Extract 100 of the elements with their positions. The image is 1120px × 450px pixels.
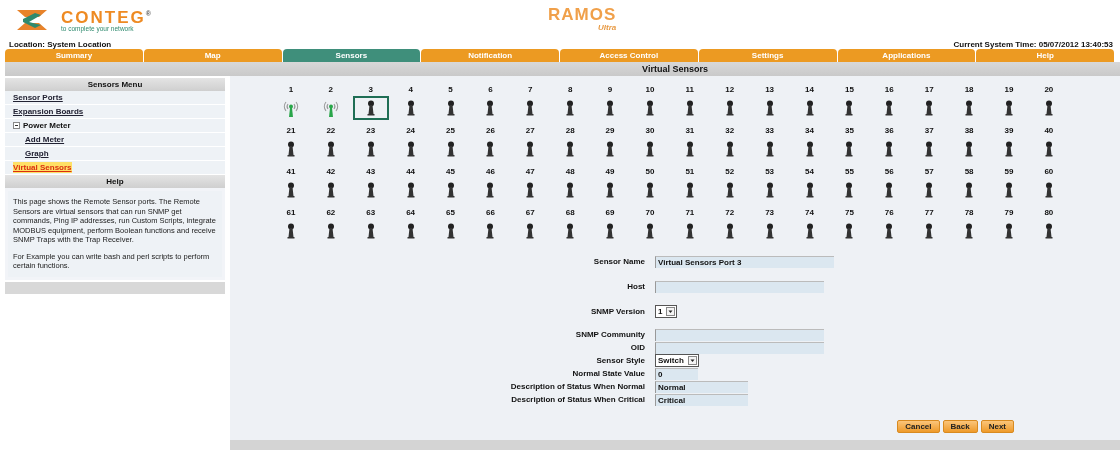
port-number: 38	[964, 125, 974, 137]
sensor-port[interactable]	[352, 96, 389, 120]
port-number: 19	[1004, 84, 1014, 96]
port-number: 35	[844, 125, 854, 137]
port-number: 67	[525, 207, 535, 219]
menu-link[interactable]: Sensor Ports	[13, 92, 63, 103]
port-number: 9	[607, 84, 613, 96]
port-number: 60	[1044, 166, 1054, 178]
port-number: 51	[685, 166, 695, 178]
port-number: 47	[525, 166, 535, 178]
port-number: 69	[605, 207, 615, 219]
port-number: 53	[765, 166, 775, 178]
port-number: 40	[1044, 125, 1054, 137]
port-number: 17	[924, 84, 934, 96]
page-title: Virtual Sensors	[641, 63, 709, 76]
port-number: 48	[565, 166, 575, 178]
menu-link[interactable]: Graph	[25, 148, 49, 159]
action-button[interactable]: Next	[980, 420, 1014, 433]
dropdown[interactable]: 1	[655, 305, 678, 318]
port-number: 59	[1004, 166, 1014, 178]
field-label: Sensor Name	[592, 257, 645, 266]
port-number: 3	[368, 84, 373, 96]
port-number: 57	[924, 166, 934, 178]
input-field[interactable]	[655, 328, 824, 341]
port-number: 7	[528, 84, 533, 96]
brand-logo: CONTEG$^{®}$	[61, 6, 153, 26]
field-label: SNMP Version	[589, 307, 645, 316]
menu-link[interactable]: Virtual Sensors	[13, 162, 72, 173]
field-label: Normal State Value	[571, 369, 645, 378]
port-number: 14	[805, 84, 814, 96]
port-number: 79	[1004, 207, 1014, 219]
input-field[interactable]: Virtual Sensors Port 3	[655, 255, 834, 268]
port-number: 6	[488, 84, 493, 96]
port-number: 66	[485, 207, 495, 219]
port-number: 77	[924, 207, 934, 219]
port-number: 8	[567, 84, 573, 96]
port-number: 80	[1044, 207, 1054, 219]
port-number: 32	[725, 125, 735, 137]
port-number: 39	[1004, 125, 1014, 137]
location-label: Location: System Location	[9, 39, 112, 49]
dropdown[interactable]: Switch	[655, 354, 699, 367]
input-field[interactable]: Critical	[655, 393, 748, 406]
port-number: 16	[884, 84, 894, 96]
port-number: 28	[565, 125, 575, 137]
port-number: 4	[408, 84, 413, 96]
system-time: Current System Time: 05/07/2012 13:40:53	[953, 39, 1113, 49]
field-label: Host	[626, 282, 645, 291]
port-number: 64	[406, 207, 416, 219]
port-number: 30	[645, 125, 655, 137]
port-number: 43	[366, 166, 376, 178]
input-field[interactable]: 0	[655, 367, 698, 380]
port-number: 56	[884, 166, 894, 178]
port-number: 22	[326, 125, 336, 137]
collapse-icon[interactable]	[13, 122, 20, 129]
field-label: Sensor Style	[595, 356, 645, 365]
port-number: 15	[844, 84, 854, 96]
port-number: 2	[328, 84, 334, 96]
port-number: 76	[884, 207, 894, 219]
input-field[interactable]	[655, 280, 824, 293]
port-number: 58	[964, 166, 974, 178]
port-number: 54	[805, 166, 814, 178]
port-number: 36	[884, 125, 894, 137]
port-number: 49	[605, 166, 615, 178]
logo-icon	[15, 8, 49, 31]
menu-group[interactable]: Power Meter	[23, 120, 71, 131]
port-number: 11	[685, 84, 695, 96]
field-label: Description of Status When Critical	[510, 395, 645, 404]
port-number: 63	[366, 207, 376, 219]
action-button[interactable]: Cancel	[897, 420, 940, 433]
port-number: 41	[286, 166, 296, 178]
port-number: 71	[685, 207, 695, 219]
port-number: 33	[765, 125, 775, 137]
menu-link[interactable]: Add Meter	[25, 134, 65, 145]
port-number: 24	[406, 125, 416, 137]
input-field[interactable]	[655, 341, 824, 354]
port-number: 65	[446, 207, 455, 219]
port-number: 31	[685, 125, 695, 137]
port-number: 37	[924, 125, 934, 137]
port-number: 1	[288, 84, 294, 96]
port-number: 10	[645, 84, 655, 96]
input-field[interactable]: Normal	[655, 380, 748, 393]
port-number: 21	[286, 125, 296, 137]
port-number: 50	[645, 166, 655, 178]
port-number: 61	[286, 207, 296, 219]
nav-tab[interactable]: Sensors	[282, 49, 421, 62]
field-label: SNMP Community	[574, 330, 645, 339]
help-heading: Help	[5, 175, 225, 188]
port-number: 45	[446, 166, 455, 178]
port-number: 70	[645, 207, 655, 219]
field-label: OID	[629, 343, 645, 352]
port-number: 74	[805, 207, 814, 219]
port-number: 34	[805, 125, 814, 137]
port-number: 27	[525, 125, 535, 137]
port-number: 55	[844, 166, 854, 178]
port-number: 23	[366, 125, 376, 137]
product-logo: RAMOS	[548, 6, 617, 23]
port-number: 52	[725, 166, 735, 178]
port-number: 29	[605, 125, 615, 137]
action-button[interactable]: Back	[942, 420, 978, 433]
port-number: 12	[725, 84, 735, 96]
